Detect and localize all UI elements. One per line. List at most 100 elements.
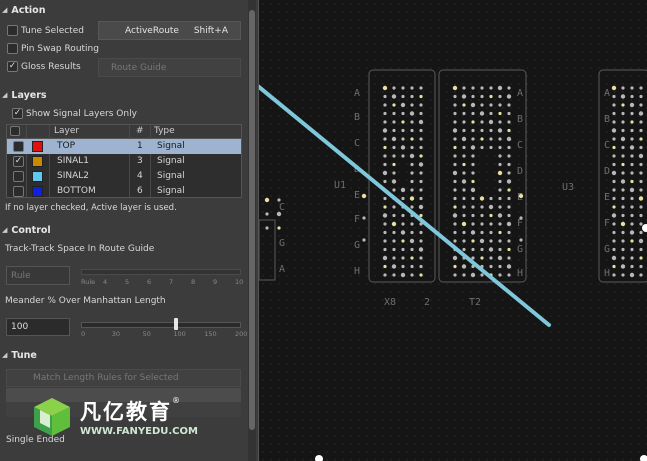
svg-text:F: F: [604, 218, 610, 229]
pcb-drawing: ABC DEF GH ABC DEF GH ABC DEF GH CGA U1 …: [259, 69, 647, 461]
action-title: Action: [11, 4, 46, 16]
action-section-header[interactable]: ◢ Action: [2, 3, 45, 17]
panel-scrollbar[interactable]: [248, 0, 256, 461]
svg-text:E: E: [354, 190, 360, 201]
column-header-layer[interactable]: Layer: [54, 126, 79, 136]
layer-row[interactable]: SINAL2 4 Signal: [7, 169, 241, 184]
registered-mark: ®: [172, 395, 180, 405]
slider-tick-label: 7: [169, 278, 174, 286]
space-rule-input[interactable]: Rule: [6, 266, 70, 285]
control-section-header[interactable]: ◢ Control: [2, 223, 51, 237]
pin-swap-label: Pin Swap Routing: [21, 44, 99, 54]
slider-tick-label: 6: [147, 278, 152, 286]
svg-text:X8: X8: [384, 297, 396, 308]
svg-text:E: E: [604, 192, 610, 203]
svg-text:C: C: [604, 140, 610, 151]
layer-type: Signal: [157, 186, 185, 196]
svg-text:F: F: [517, 218, 523, 229]
control-title: Control: [11, 224, 51, 236]
svg-text:U1: U1: [334, 180, 346, 191]
slider-tick-label: 4: [103, 278, 108, 286]
layer-name: TOP: [57, 141, 76, 151]
slider-tick-label: 30: [111, 330, 121, 338]
slider-tick-label: 5: [125, 278, 130, 286]
layer-name: BOTTOM: [57, 186, 96, 196]
slider-tick-label: 9: [213, 278, 218, 286]
layer-name: SINAL1: [57, 156, 89, 166]
collapse-triangle-icon: ◢: [2, 6, 8, 14]
meander-input[interactable]: 100: [6, 318, 70, 336]
layer-checkbox[interactable]: ✓: [13, 156, 24, 167]
tune-selected-label: Tune Selected: [21, 26, 84, 36]
layer-checkbox[interactable]: [13, 171, 24, 182]
active-route-shortcut: Shift+A: [193, 25, 228, 36]
layers-title: Layers: [11, 89, 47, 101]
meander-slider[interactable]: [81, 322, 241, 328]
pcb-canvas[interactable]: ABC DEF GH ABC DEF GH ABC DEF GH CGA U1 …: [258, 0, 647, 461]
svg-text:D: D: [517, 166, 523, 177]
show-signal-layers-checkbox[interactable]: ✓: [12, 108, 23, 119]
slider-tick-label: Rule: [81, 278, 96, 286]
space-slider[interactable]: [81, 269, 241, 275]
svg-text:A: A: [517, 88, 523, 99]
layer-number: 6: [137, 186, 143, 196]
layers-table-header: Layer # Type: [7, 125, 241, 139]
svg-text:C: C: [279, 202, 285, 213]
svg-text:H: H: [354, 266, 360, 277]
meander-value: 100: [11, 322, 29, 332]
collapse-triangle-icon: ◢: [2, 226, 8, 234]
header-checkbox[interactable]: [10, 126, 20, 136]
layer-type: Signal: [157, 141, 185, 151]
collapse-triangle-icon: ◢: [2, 351, 8, 359]
svg-text:G: G: [517, 244, 523, 255]
layer-color-swatch: [32, 141, 43, 152]
slider-tick-label: 0: [81, 330, 86, 338]
layer-type: Signal: [157, 156, 185, 166]
svg-text:H: H: [604, 268, 610, 279]
match-length-button[interactable]: Match Length Rules for Selected: [6, 369, 241, 387]
panel-scrollbar-thumb[interactable]: [249, 10, 255, 430]
layer-checkbox[interactable]: [13, 141, 24, 152]
tune-selected-checkbox[interactable]: [7, 25, 18, 36]
route-guide-button[interactable]: Route Guide: [98, 58, 241, 77]
gloss-results-label: Gloss Results: [21, 62, 81, 72]
svg-text:B: B: [354, 112, 360, 123]
svg-text:C: C: [517, 140, 523, 151]
slider-tick-label: 50: [142, 330, 151, 338]
column-header-type[interactable]: Type: [154, 126, 175, 136]
pin-swap-checkbox[interactable]: [7, 43, 18, 54]
column-header-number[interactable]: #: [136, 126, 144, 136]
rule-value: Rule: [11, 270, 31, 281]
brand-name: 凡亿教育: [80, 399, 172, 424]
layer-row[interactable]: BOTTOM 6 Signal: [7, 184, 241, 199]
svg-text:G: G: [279, 238, 285, 249]
layer-number: 3: [137, 156, 143, 166]
match-length-label: Match Length Rules for Selected: [33, 373, 179, 383]
svg-text:H: H: [517, 268, 523, 279]
svg-text:2: 2: [424, 297, 430, 308]
meander-slider-thumb[interactable]: [174, 318, 178, 330]
layer-checkbox[interactable]: [13, 186, 24, 197]
slider-tick-label: 200: [235, 330, 248, 338]
layer-number: 4: [137, 171, 143, 181]
layers-section-header[interactable]: ◢ Layers: [2, 88, 47, 102]
slider-tick-label: 100: [173, 330, 186, 338]
gloss-results-checkbox[interactable]: ✓: [7, 61, 18, 72]
show-signal-layers-label: Show Signal Layers Only: [26, 109, 137, 119]
layer-row[interactable]: ✓ SINAL1 3 Signal: [7, 154, 241, 169]
svg-text:T2: T2: [469, 297, 481, 308]
layer-color-swatch: [32, 186, 43, 197]
layer-type: Signal: [157, 171, 185, 181]
layer-row[interactable]: TOP 1 Signal: [7, 139, 241, 154]
layer-color-swatch: [32, 171, 43, 182]
layer-number: 1: [137, 141, 143, 151]
tune-section-header[interactable]: ◢ Tune: [2, 348, 37, 362]
svg-text:C: C: [354, 138, 360, 149]
slider-tick-label: 8: [191, 278, 196, 286]
layer-name: SINAL2: [57, 171, 89, 181]
svg-text:A: A: [604, 88, 610, 99]
active-route-label: ActiveRoute: [125, 25, 179, 36]
slider-tick-label: 150: [204, 330, 217, 338]
svg-text:G: G: [354, 240, 360, 251]
active-route-button[interactable]: ActiveRoute Shift+A: [98, 21, 241, 40]
